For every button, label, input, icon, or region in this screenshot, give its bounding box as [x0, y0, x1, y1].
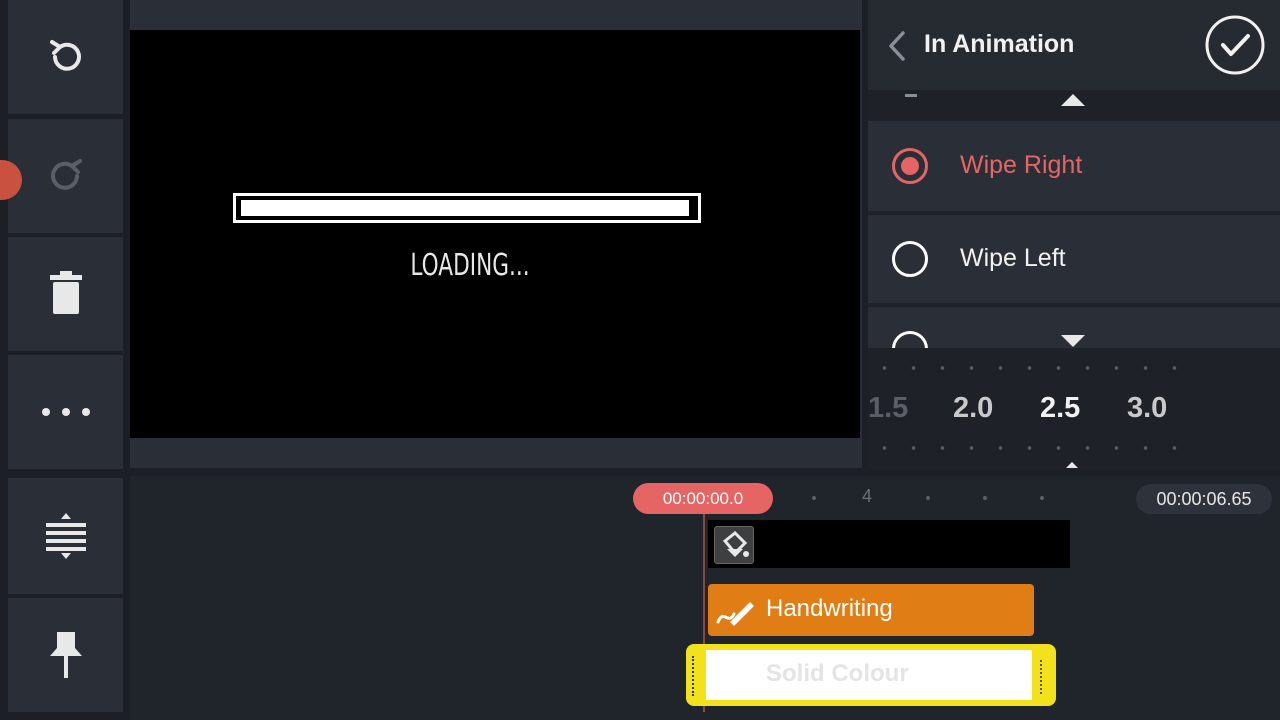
duration-value-selected[interactable]: 2.5: [1040, 392, 1080, 425]
scroll-up-icon[interactable]: [1060, 93, 1086, 112]
ruler-dots-top: [870, 366, 1180, 370]
paint-bucket-icon: [714, 526, 754, 564]
pin-icon: [49, 632, 82, 678]
ruler-marker-icon: [1065, 456, 1079, 474]
option-wipe-left[interactable]: Wipe Left: [868, 215, 1280, 303]
back-button[interactable]: [886, 30, 908, 67]
loading-progress-bar: [233, 193, 701, 223]
ruler-dot: [812, 496, 816, 500]
split-button[interactable]: [8, 478, 123, 594]
radio-selected-icon: [892, 148, 928, 184]
option-label: Wipe Left: [960, 244, 1066, 272]
radio-icon: [892, 331, 928, 348]
option-label: Wipe Right: [960, 151, 1083, 179]
pin-button[interactable]: [8, 598, 123, 712]
check-circle-icon: [1205, 15, 1265, 75]
undo-icon: [49, 40, 81, 71]
radio-icon: [892, 241, 928, 277]
redo-icon: [50, 159, 82, 190]
scroll-hint: [905, 94, 917, 97]
video-preview[interactable]: [130, 30, 860, 438]
current-time-badge: 00:00:00.0: [633, 483, 773, 514]
more-icon: [41, 408, 90, 416]
redo-button[interactable]: [8, 119, 123, 233]
duration-value[interactable]: 3.0: [1127, 392, 1167, 425]
total-time-badge: 00:00:06.65: [1136, 484, 1272, 514]
delete-button[interactable]: [8, 237, 123, 351]
duration-value[interactable]: 2.0: [953, 392, 993, 425]
duration-value[interactable]: 1.5: [868, 392, 908, 425]
ruler-dot: [1040, 496, 1044, 500]
panel-title: In Animation: [924, 30, 1075, 58]
confirm-button[interactable]: [1204, 14, 1266, 81]
clip-trim-handle-right[interactable]: [1040, 660, 1046, 694]
ruler-dot: [926, 496, 930, 500]
color-clip[interactable]: [708, 520, 1070, 568]
clip-label: Handwriting: [766, 595, 893, 622]
loading-text: LOADING...: [410, 248, 530, 283]
clip-label: Solid Colour: [766, 660, 909, 687]
undo-button[interactable]: [8, 0, 123, 114]
option-wipe-right[interactable]: Wipe Right: [868, 121, 1280, 211]
loading-progress-fill: [241, 200, 689, 216]
ruler-dots-bottom: [870, 446, 1180, 450]
trash-icon: [49, 271, 82, 314]
more-button[interactable]: [8, 355, 123, 469]
clip-trim-handle-left[interactable]: [692, 656, 700, 696]
ruler-dot: [983, 496, 987, 500]
split-icon: [45, 513, 86, 559]
chevron-left-icon: [889, 31, 905, 61]
handwriting-icon: [716, 594, 758, 633]
timeline-ruler-mark: 4: [862, 486, 873, 506]
